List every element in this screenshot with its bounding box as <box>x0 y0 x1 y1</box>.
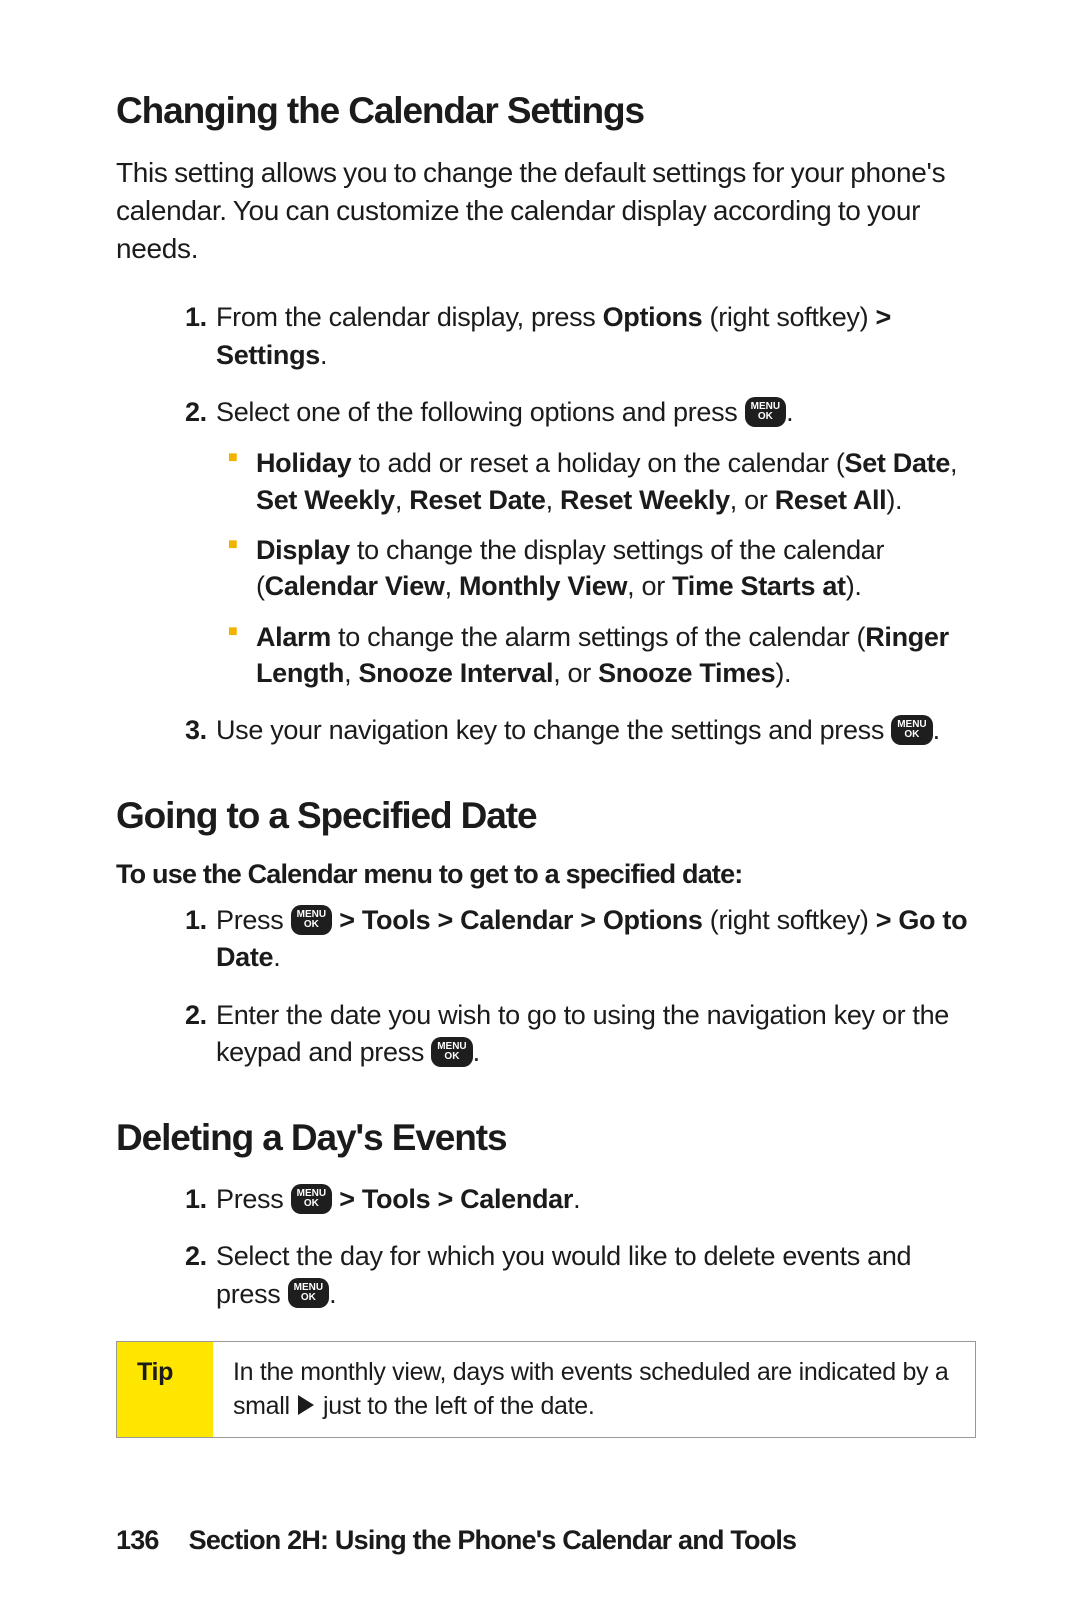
bullet: Display to change the display settings o… <box>256 532 976 605</box>
bold: Reset All <box>775 485 887 515</box>
bold: Snooze Interval <box>358 658 553 688</box>
text: . <box>786 397 793 427</box>
steps-list-3: Press MENUOK > Tools > Calendar. Select … <box>116 1181 976 1313</box>
menu-ok-key-icon: MENUOK <box>431 1037 472 1067</box>
bold: Time Starts at <box>672 571 846 601</box>
subheading: To use the Calendar menu to get to a spe… <box>116 859 976 890</box>
page-number: 136 <box>116 1525 159 1556</box>
text: , or <box>553 658 598 688</box>
triangle-right-icon <box>298 1395 314 1415</box>
heading-deleting-events: Deleting a Day's Events <box>116 1117 976 1159</box>
menu-ok-key-icon: MENUOK <box>291 905 332 935</box>
bold: Reset Date <box>409 485 545 515</box>
text: . <box>933 715 940 745</box>
text: , <box>950 448 957 478</box>
text: ). <box>775 658 791 688</box>
bold: Calendar View <box>265 571 445 601</box>
menu-ok-key-icon: MENUOK <box>745 397 786 427</box>
page-footer: 136 Section 2H: Using the Phone's Calenda… <box>116 1525 796 1556</box>
intro-paragraph: This setting allows you to change the de… <box>116 154 976 267</box>
menu-ok-key-icon: MENUOK <box>291 1184 332 1214</box>
bold: > Tools > Calendar <box>332 1184 573 1214</box>
bullet-list: Holiday to add or reset a holiday on the… <box>216 445 976 692</box>
text: . <box>573 1184 580 1214</box>
step: Select one of the following options and … <box>214 394 976 692</box>
steps-list-2: Press MENUOK > Tools > Calendar > Option… <box>116 902 976 1071</box>
bullet: Alarm to change the alarm settings of th… <box>256 619 976 692</box>
text: to change the alarm settings of the cale… <box>331 622 865 652</box>
text: Press <box>216 1184 291 1214</box>
step: Enter the date you wish to go to using t… <box>214 997 976 1072</box>
menu-ok-key-icon: MENUOK <box>891 715 932 745</box>
text: just to the left of the date. <box>316 1392 594 1420</box>
text: Press <box>216 905 291 935</box>
bold: Reset Weekly <box>560 485 730 515</box>
step: Press MENUOK > Tools > Calendar > Option… <box>214 902 976 977</box>
tip-box: Tip In the monthly view, days with event… <box>116 1341 976 1439</box>
text: to add or reset a holiday on the calenda… <box>351 448 844 478</box>
text: ). <box>846 571 862 601</box>
bold: Alarm <box>256 622 331 652</box>
steps-list-1: From the calendar display, press Options… <box>116 299 976 749</box>
bold: Snooze Times <box>598 658 775 688</box>
bold: Monthly View <box>459 571 627 601</box>
tip-label: Tip <box>117 1342 213 1438</box>
bold: Display <box>256 535 350 565</box>
text: Enter the date you wish to go to using t… <box>216 1000 949 1067</box>
text: . <box>273 942 280 972</box>
text: ). <box>886 485 902 515</box>
text: (right softkey) <box>703 905 876 935</box>
bold: Options <box>603 302 703 332</box>
bold: Set Weekly <box>256 485 395 515</box>
text: Select one of the following options and … <box>216 397 745 427</box>
text: , <box>344 658 358 688</box>
text: , <box>395 485 409 515</box>
text: , or <box>627 571 672 601</box>
bold: > Tools > Calendar > Options <box>332 905 703 935</box>
text: . <box>473 1037 480 1067</box>
bullet: Holiday to add or reset a holiday on the… <box>256 445 976 518</box>
text: (right softkey) <box>702 302 875 332</box>
step: Select the day for which you would like … <box>214 1238 976 1313</box>
heading-changing-settings: Changing the Calendar Settings <box>116 90 976 132</box>
text: , or <box>730 485 775 515</box>
text: , <box>546 485 560 515</box>
text: Use your navigation key to change the se… <box>216 715 891 745</box>
bold: Set Date <box>845 448 950 478</box>
text: . <box>329 1279 336 1309</box>
menu-ok-key-icon: MENUOK <box>288 1278 329 1308</box>
bold: Holiday <box>256 448 351 478</box>
text: From the calendar display, press <box>216 302 603 332</box>
heading-going-to-date: Going to a Specified Date <box>116 795 976 837</box>
tip-text: In the monthly view, days with events sc… <box>213 1342 975 1438</box>
text: , <box>445 571 459 601</box>
text: . <box>320 340 327 370</box>
step: From the calendar display, press Options… <box>214 299 976 374</box>
step: Use your navigation key to change the se… <box>214 712 976 749</box>
footer-title: Section 2H: Using the Phone's Calendar a… <box>189 1525 797 1555</box>
step: Press MENUOK > Tools > Calendar. <box>214 1181 976 1218</box>
